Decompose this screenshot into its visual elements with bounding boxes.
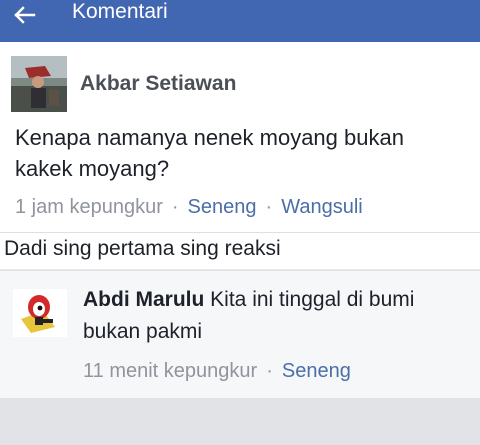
like-button[interactable]: Seneng [188, 196, 257, 218]
post-author[interactable]: Akbar Setiawan [80, 72, 236, 96]
comment-time: 11 menit kepungkur [83, 360, 258, 382]
commenter-avatar[interactable] [13, 289, 67, 337]
avatar[interactable] [11, 56, 67, 112]
comment-author[interactable]: Abdi Marulu [83, 288, 204, 311]
separator-dot: · [265, 196, 273, 218]
post-meta: 1 jam kepungkur · Seneng · Wangsuli [15, 196, 363, 219]
comment-like-button[interactable]: Seneng [282, 360, 351, 382]
page-title: Komentari [72, 0, 168, 23]
back-button[interactable] [14, 0, 54, 30]
profile-photo [11, 56, 67, 112]
post-text: Kenapa namanya nenek moyang bukan kakek … [15, 125, 404, 181]
first-reaction-banner: Dadi sing pertama sing reaksi [0, 232, 480, 269]
comment-composer-area [0, 398, 480, 445]
comment-meta: 11 menit kepungkur · Seneng [83, 360, 351, 383]
cartoon-avatar-icon [13, 289, 67, 337]
comment-item: Abdi Marulu Kita ini tinggal di bumi buk… [0, 270, 480, 399]
separator-dot: · [171, 196, 179, 218]
arrow-left-icon [14, 6, 36, 24]
separator-dot: · [266, 360, 273, 382]
post-card: Akbar Setiawan Kenapa namanya nenek moya… [0, 42, 480, 232]
post-time: 1 jam kepungkur [15, 196, 163, 218]
top-bar: Komentari [0, 0, 480, 42]
comment-text-block: Abdi Marulu Kita ini tinggal di bumi buk… [83, 284, 473, 348]
first-reaction-text: Dadi sing pertama sing reaksi [4, 237, 281, 260]
reply-button[interactable]: Wangsuli [281, 196, 363, 218]
